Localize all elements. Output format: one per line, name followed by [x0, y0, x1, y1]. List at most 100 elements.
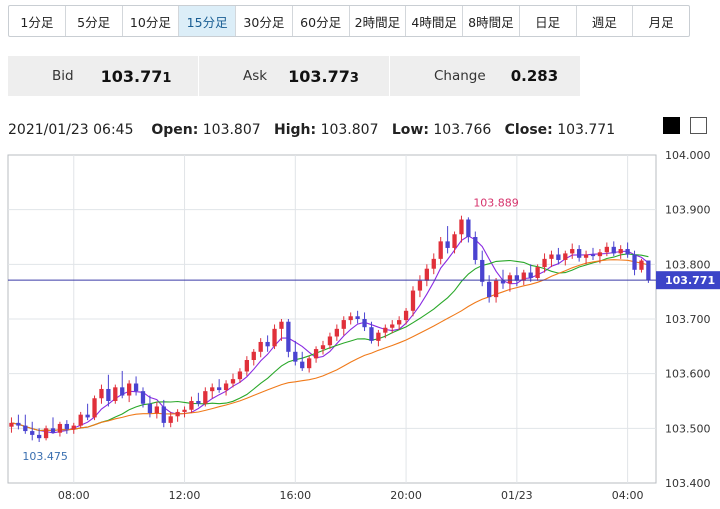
- candle-body: [147, 403, 153, 414]
- candle-body: [355, 316, 360, 319]
- tab-30min[interactable]: 30分足: [236, 6, 293, 36]
- candle-body: [410, 290, 416, 311]
- y-axis-labels: 104.000 103.900 103.800 103.700 103.600 103.5…: [665, 149, 711, 490]
- candle-body: [507, 275, 513, 284]
- tab-daily[interactable]: 日足: [520, 6, 577, 36]
- candle-body: [438, 241, 443, 259]
- candle-body: [293, 351, 298, 362]
- candle-body: [597, 252, 603, 257]
- candle-body: [390, 324, 395, 328]
- candle-body: [646, 260, 651, 281]
- candle-body: [154, 406, 159, 414]
- y-tick-label: 103.800: [665, 258, 711, 271]
- bid-label: Bid: [52, 68, 74, 84]
- tab-weekly[interactable]: 週足: [577, 6, 634, 36]
- candle-body: [265, 341, 270, 347]
- candle-body: [403, 310, 409, 321]
- candle-body: [334, 328, 339, 337]
- candle-body: [251, 351, 256, 360]
- tab-15min[interactable]: 15分足: [179, 6, 236, 36]
- candle-body: [189, 401, 194, 410]
- candle-body: [362, 319, 367, 328]
- high-label: High:: [274, 122, 317, 138]
- bid-cell: Bid 103.771: [8, 56, 199, 96]
- candle-body: [431, 258, 436, 269]
- candle-body: [30, 431, 35, 435]
- candlestick-chart[interactable]: 104.000 103.900 103.800 103.700 103.600 103.5…: [0, 140, 720, 509]
- candle-body: [127, 383, 132, 396]
- candle-body: [272, 328, 277, 347]
- open-value: 103.807: [202, 122, 261, 138]
- ohlc-info: 2021/01/23 06:45 Open: 103.807 High: 103…: [8, 122, 615, 138]
- candle-body: [106, 388, 111, 401]
- x-tick-label: 20:00: [390, 489, 422, 502]
- x-tick-label: 12:00: [169, 489, 201, 502]
- candle-body: [182, 409, 187, 412]
- timeframe-tabs: 1分足 5分足 10分足 15分足 30分足 60分足 2時間足 4時間足 8時…: [8, 5, 690, 37]
- candle-body: [625, 249, 630, 255]
- candle-body: [424, 268, 429, 281]
- candle-body: [452, 234, 457, 248]
- change-label: Change: [434, 68, 486, 84]
- tab-8hour[interactable]: 8時間足: [463, 6, 520, 36]
- tab-5min[interactable]: 5分足: [66, 6, 123, 36]
- x-tick-label: 16:00: [279, 489, 311, 502]
- ask-value-last-digit: 3: [349, 70, 359, 86]
- candle: [286, 319, 291, 358]
- close-label: Close:: [504, 122, 553, 138]
- change-value: 0.283: [510, 67, 559, 85]
- tab-monthly[interactable]: 月足: [633, 6, 689, 36]
- candle-body: [445, 241, 450, 248]
- candle-body: [161, 406, 166, 423]
- candle-body: [175, 411, 180, 417]
- dark-theme-swatch[interactable]: [663, 117, 680, 134]
- candle-body: [71, 425, 76, 430]
- min-price-label: 103.475: [22, 450, 68, 463]
- y-tick-label: 103.400: [665, 477, 711, 490]
- candle-body: [369, 327, 374, 341]
- tab-2hour[interactable]: 2時間足: [350, 6, 407, 36]
- candle-body: [383, 327, 388, 333]
- y-tick-label: 104.000: [665, 149, 711, 162]
- candle-body: [50, 428, 56, 433]
- candle: [113, 384, 118, 404]
- ohlc-datetime: 2021/01/23 06:45: [8, 122, 134, 138]
- candle-body: [244, 360, 249, 372]
- x-axis-labels: 08:00 12:00 16:00 20:00 01/23 04:00: [58, 489, 644, 502]
- ask-cell: Ask 103.773: [199, 56, 390, 96]
- tab-4hour[interactable]: 4時間足: [406, 6, 463, 36]
- tab-10min[interactable]: 10分足: [123, 6, 180, 36]
- candle-body: [16, 422, 21, 426]
- candle-body: [85, 414, 90, 418]
- last-price-label: 103.771: [665, 274, 715, 287]
- tab-1min[interactable]: 1分足: [9, 6, 66, 36]
- candle-body: [99, 388, 104, 399]
- candle-body: [632, 254, 637, 270]
- candle-body: [542, 258, 547, 268]
- candle: [92, 395, 97, 421]
- candle-body: [397, 320, 402, 325]
- candle-body: [535, 267, 540, 278]
- candle-body: [64, 423, 69, 430]
- candle-body: [521, 272, 526, 281]
- candle-body: [341, 320, 346, 329]
- candle-body: [493, 280, 499, 298]
- candle-body: [556, 254, 561, 260]
- candle-body: [307, 358, 312, 369]
- light-theme-swatch[interactable]: [690, 117, 707, 134]
- tab-60min[interactable]: 60分足: [293, 6, 350, 36]
- candle-body: [217, 387, 222, 391]
- ask-label: Ask: [243, 68, 268, 84]
- candle-body: [348, 316, 353, 321]
- candle-body: [237, 371, 243, 380]
- candle-body: [487, 281, 492, 298]
- candle-body: [480, 259, 485, 282]
- candle-body: [528, 272, 533, 278]
- candle-body: [320, 345, 326, 350]
- x-tick-label: 08:00: [58, 489, 90, 502]
- candle-body: [590, 254, 596, 257]
- candle-body: [611, 246, 616, 254]
- candle-body: [258, 341, 263, 352]
- low-value: 103.766: [433, 122, 492, 138]
- candle-body: [577, 249, 582, 258]
